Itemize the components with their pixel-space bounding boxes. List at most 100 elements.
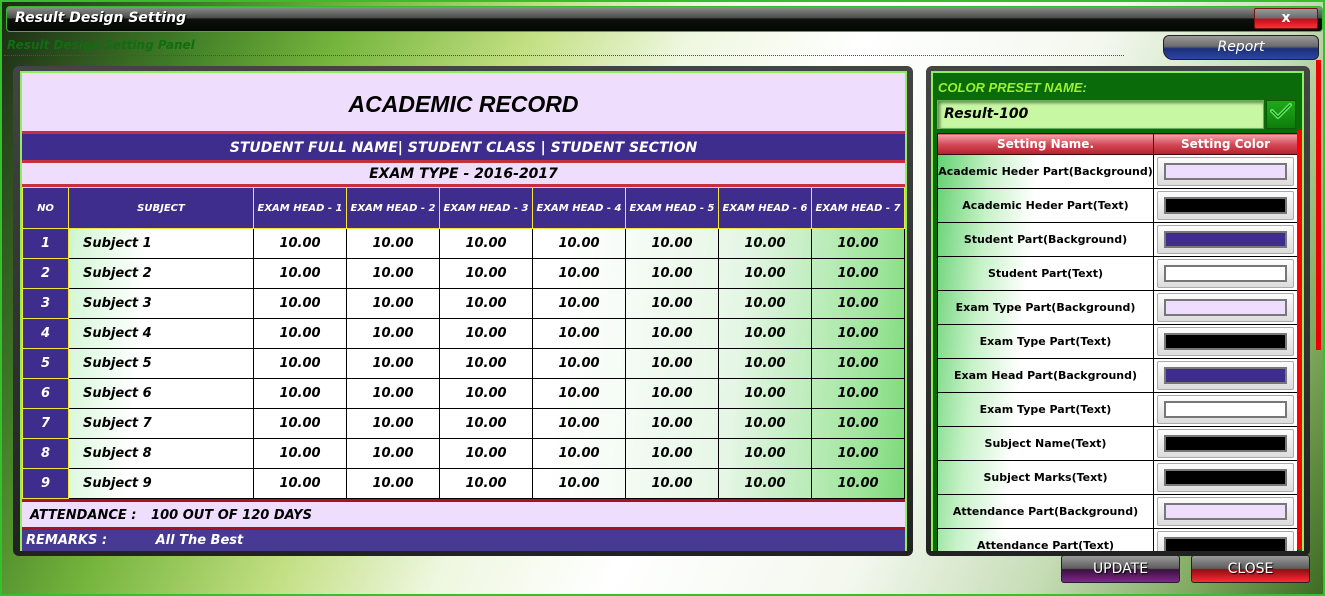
mark-cell: 10.00 (625, 228, 719, 259)
mark-cell: 10.00 (532, 348, 626, 379)
settings-scrollbar[interactable] (1297, 130, 1302, 550)
mark-cell: 10.00 (718, 228, 812, 259)
mark-cell: 10.00 (811, 348, 905, 379)
row-number: 2 (22, 258, 69, 289)
setting-color-cell (1153, 188, 1298, 223)
color-swatch (1164, 469, 1287, 486)
table-row: 7 Subject 7 10.00 10.00 10.00 10.00 10.00 10.00… (22, 408, 905, 439)
setting-name: Exam Type Part(Text) (937, 324, 1154, 359)
mark-cell: 10.00 (532, 288, 626, 319)
color-picker-button[interactable] (1157, 327, 1294, 356)
attendance-part: ATTENDANCE : 100 OUT OF 120 DAYS (22, 499, 905, 530)
preset-name-input[interactable]: Result-100 (937, 100, 1264, 129)
setting-row: Student Part(Text) (937, 256, 1298, 291)
row-number: 9 (22, 468, 69, 499)
color-swatch (1164, 333, 1287, 350)
panel-title: Result Design Setting Panel (7, 38, 195, 52)
mark-cell: 10.00 (532, 408, 626, 439)
subject-name: Subject 1 (68, 228, 254, 259)
color-picker-button[interactable] (1157, 531, 1294, 551)
setting-name: Exam Type Part(Text) (937, 392, 1154, 427)
mark-cell: 10.00 (346, 348, 440, 379)
dotted-divider (4, 55, 1124, 56)
color-picker-button[interactable] (1157, 157, 1294, 186)
row-number: 3 (22, 288, 69, 319)
setting-row: Exam Head Part(Background) (937, 358, 1298, 393)
setting-color-cell (1153, 460, 1298, 495)
mark-cell: 10.00 (625, 348, 719, 379)
color-swatch (1164, 367, 1287, 384)
mark-cell: 10.00 (718, 288, 812, 319)
mark-cell: 10.00 (253, 468, 347, 499)
preset-confirm-button[interactable] (1266, 100, 1296, 129)
student-part: STUDENT FULL NAME| STUDENT CLASS | STUDE… (22, 134, 905, 163)
color-picker-button[interactable] (1157, 497, 1294, 526)
color-swatch (1164, 537, 1287, 551)
setting-color-cell (1153, 154, 1298, 189)
setting-color-cell (1153, 290, 1298, 325)
report-button[interactable]: Report (1163, 35, 1319, 60)
mark-cell: 10.00 (811, 258, 905, 289)
setting-color-cell (1153, 222, 1298, 257)
mark-cell: 10.00 (532, 378, 626, 409)
mark-cell: 10.00 (811, 408, 905, 439)
color-picker-button[interactable] (1157, 191, 1294, 220)
remarks-value: All The Best (155, 533, 244, 548)
setting-row: Exam Type Part(Text) (937, 392, 1298, 427)
mark-cell: 10.00 (532, 228, 626, 259)
setting-name: Subject Name(Text) (937, 426, 1154, 461)
setting-row: Subject Marks(Text) (937, 460, 1298, 495)
close-button[interactable]: CLOSE (1191, 555, 1310, 583)
mark-cell: 10.00 (439, 348, 533, 379)
mark-cell: 10.00 (718, 408, 812, 439)
column-header-exam-head: EXAM HEAD - 7 (811, 187, 905, 229)
mark-cell: 10.00 (625, 438, 719, 469)
color-swatch (1164, 401, 1287, 418)
table-row: 4 Subject 4 10.00 10.00 10.00 10.00 10.00 10.00… (22, 318, 905, 349)
setting-name: Student Part(Text) (937, 256, 1154, 291)
mark-cell: 10.00 (532, 438, 626, 469)
mark-cell: 10.00 (439, 288, 533, 319)
settings-table: Setting Name. Setting Color Academic Hed… (937, 133, 1298, 551)
color-picker-button[interactable] (1157, 225, 1294, 254)
window-scrollbar[interactable] (1316, 60, 1321, 350)
setting-name: Academic Heder Part(Background) (937, 154, 1154, 189)
table-row: 6 Subject 6 10.00 10.00 10.00 10.00 10.00 10.00… (22, 378, 905, 409)
row-number: 4 (22, 318, 69, 349)
color-swatch (1164, 435, 1287, 452)
color-picker-button[interactable] (1157, 259, 1294, 288)
setting-row: Exam Type Part(Text) (937, 324, 1298, 359)
mark-cell: 10.00 (625, 318, 719, 349)
color-swatch (1164, 163, 1287, 180)
exam-type-part: EXAM TYPE - 2016-2017 (22, 163, 905, 187)
table-row: 3 Subject 3 10.00 10.00 10.00 10.00 10.00 10.00… (22, 288, 905, 319)
window-title: Result Design Setting (15, 10, 187, 26)
mark-cell: 10.00 (253, 228, 347, 259)
mark-cell: 10.00 (532, 318, 626, 349)
mark-cell: 10.00 (718, 318, 812, 349)
color-picker-button[interactable] (1157, 361, 1294, 390)
mark-cell: 10.00 (346, 228, 440, 259)
marks-header-row: NO SUBJECT EXAM HEAD - 1 EXAM HEAD - 2 EXAM … (22, 187, 905, 229)
color-picker-button[interactable] (1157, 395, 1294, 424)
color-picker-button[interactable] (1157, 429, 1294, 458)
mark-cell: 10.00 (253, 288, 347, 319)
subject-name: Subject 7 (68, 408, 254, 439)
remarks-part: REMARKS : All The Best (22, 530, 905, 551)
preset-name-label: COLOR PRESET NAME: (938, 80, 1087, 95)
attendance-value: 100 OUT OF 120 DAYS (151, 508, 312, 523)
check-icon (1270, 103, 1292, 119)
mark-cell: 10.00 (253, 318, 347, 349)
color-picker-button[interactable] (1157, 463, 1294, 492)
update-button[interactable]: UPDATE (1061, 555, 1180, 583)
color-settings-panel: COLOR PRESET NAME: Result-100 Setting Na… (931, 71, 1304, 551)
color-picker-button[interactable] (1157, 293, 1294, 322)
setting-row: Subject Name(Text) (937, 426, 1298, 461)
setting-name: Exam Type Part(Background) (937, 290, 1154, 325)
mark-cell: 10.00 (346, 288, 440, 319)
window-close-button[interactable]: x (1254, 8, 1318, 29)
column-header-exam-head: EXAM HEAD - 2 (346, 187, 440, 229)
color-swatch (1164, 299, 1287, 316)
subject-name: Subject 6 (68, 378, 254, 409)
row-number: 7 (22, 408, 69, 439)
